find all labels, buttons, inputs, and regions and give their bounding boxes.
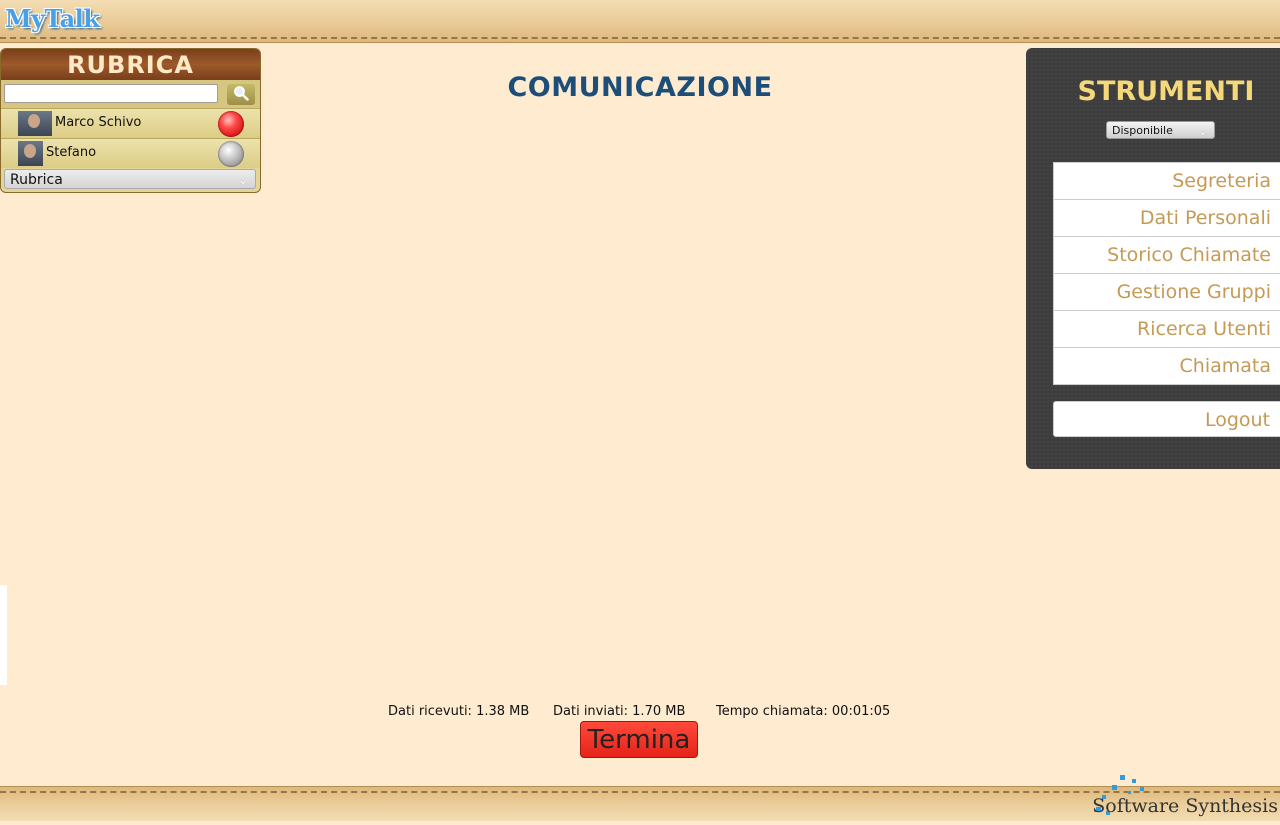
status-offline-icon xyxy=(218,141,244,167)
strumenti-panel: STRUMENTI Disponibile ⌄ Segreteria Dati … xyxy=(1026,48,1280,469)
menu-item-ricerca-utenti[interactable]: Ricerca Utenti xyxy=(1054,311,1280,348)
avatar xyxy=(18,141,43,166)
avatar xyxy=(18,111,52,136)
availability-value: Disponibile xyxy=(1112,124,1173,137)
availability-select[interactable]: Disponibile ⌄ xyxy=(1106,121,1215,139)
end-call-button[interactable]: Termina xyxy=(580,721,698,758)
brand-logo: Software Synthesis xyxy=(1092,795,1278,817)
logout-button[interactable]: Logout xyxy=(1053,401,1280,437)
menu-item-storico-chiamate[interactable]: Storico Chiamate xyxy=(1054,237,1280,274)
footer-stitch xyxy=(0,791,1280,793)
chevron-down-icon: ⌄ xyxy=(1197,124,1208,138)
menu-item-gestione-gruppi[interactable]: Gestione Gruppi xyxy=(1054,274,1280,311)
contact-item[interactable]: Stefano xyxy=(1,138,260,168)
contact-name: Marco Schivo xyxy=(55,115,142,130)
received-data-stat: Dati ricevuti: 1.38 MB xyxy=(388,704,530,719)
rubrica-panel: RUBRICA Marco Schivo Stefano Rubrica ⌄ xyxy=(0,48,261,193)
menu-item-segreteria[interactable]: Segreteria xyxy=(1054,163,1280,200)
status-busy-icon xyxy=(218,111,244,137)
side-strip xyxy=(0,585,7,685)
call-duration-stat: Tempo chiamata: 00:01:05 xyxy=(716,704,891,719)
sent-data-stat: Dati inviati: 1.70 MB xyxy=(553,704,686,719)
group-select[interactable]: Rubrica ⌄ xyxy=(4,169,256,189)
strumenti-title: STRUMENTI xyxy=(1077,76,1255,107)
menu-item-dati-personali[interactable]: Dati Personali xyxy=(1054,200,1280,237)
bottom-bar: Software Synthesis xyxy=(0,775,1280,821)
chevron-down-icon: ⌄ xyxy=(237,172,249,188)
app-logo[interactable]: MyTalk xyxy=(5,4,100,33)
menu-item-chiamata[interactable]: Chiamata xyxy=(1054,348,1280,384)
contact-item[interactable]: Marco Schivo xyxy=(1,108,260,138)
group-select-value: Rubrica xyxy=(10,172,63,188)
contact-name: Stefano xyxy=(46,145,97,160)
top-bar: MyTalk xyxy=(0,0,1280,43)
tools-menu: Segreteria Dati Personali Storico Chiama… xyxy=(1053,162,1280,385)
header-stitch xyxy=(0,37,1280,39)
